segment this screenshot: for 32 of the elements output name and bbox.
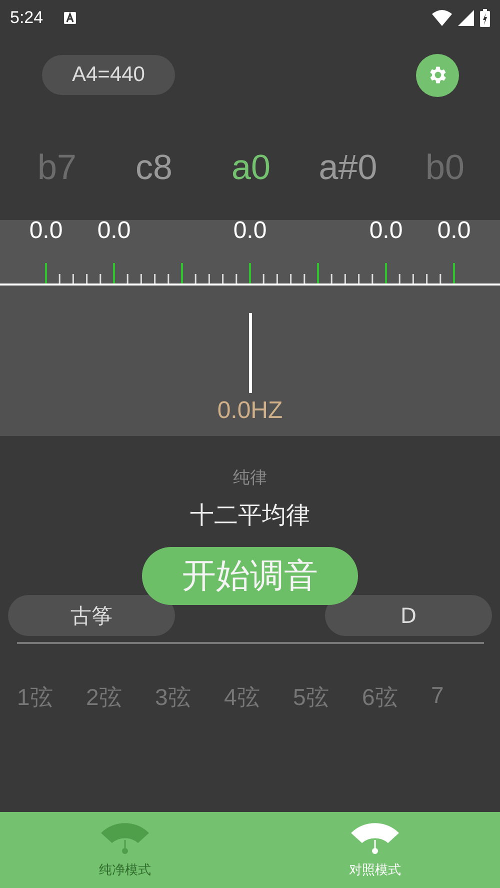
scale-label: 0.0	[369, 220, 403, 244]
signal-icon	[458, 10, 474, 26]
wifi-icon	[432, 10, 452, 26]
string-label[interactable]: 2弦	[86, 682, 155, 713]
string-label[interactable]: 6弦	[362, 682, 431, 713]
string-label[interactable]: 4弦	[224, 682, 293, 713]
scale-label: 0.0	[29, 220, 63, 244]
temperament-option[interactable]: 纯律	[233, 466, 267, 489]
key-selector[interactable]: D	[325, 595, 492, 636]
string-label[interactable]: 7	[431, 682, 500, 713]
string-label[interactable]: 5弦	[293, 682, 362, 713]
frequency-reading: 0.0HZ	[217, 397, 283, 425]
instrument-selector[interactable]: 古筝	[8, 595, 175, 636]
mode-tab[interactable]: 纯净模式	[0, 812, 250, 888]
note-label[interactable]: a0	[216, 148, 286, 188]
string-label[interactable]: 1弦	[17, 682, 86, 713]
string-label[interactable]: 3弦	[155, 682, 224, 713]
temperament-option[interactable]: 十二平均律	[190, 499, 310, 531]
reference-pitch-button[interactable]: A4=440	[42, 55, 175, 95]
scale-label: 0.0	[97, 220, 131, 244]
note-label[interactable]: a#0	[313, 148, 383, 188]
notification-icon	[63, 11, 78, 25]
note-label[interactable]: c8	[119, 148, 189, 188]
status-time: 5:24	[10, 8, 44, 28]
gauge-icon	[100, 821, 150, 855]
scale-label: 0.0	[233, 220, 267, 244]
mode-tab[interactable]: 对照模式	[250, 812, 500, 888]
scale-label: 0.0	[437, 220, 471, 244]
start-tuning-button[interactable]: 开始调音	[142, 547, 358, 605]
battery-icon	[480, 9, 490, 27]
gauge-icon	[350, 821, 400, 855]
settings-button[interactable]	[416, 54, 459, 96]
